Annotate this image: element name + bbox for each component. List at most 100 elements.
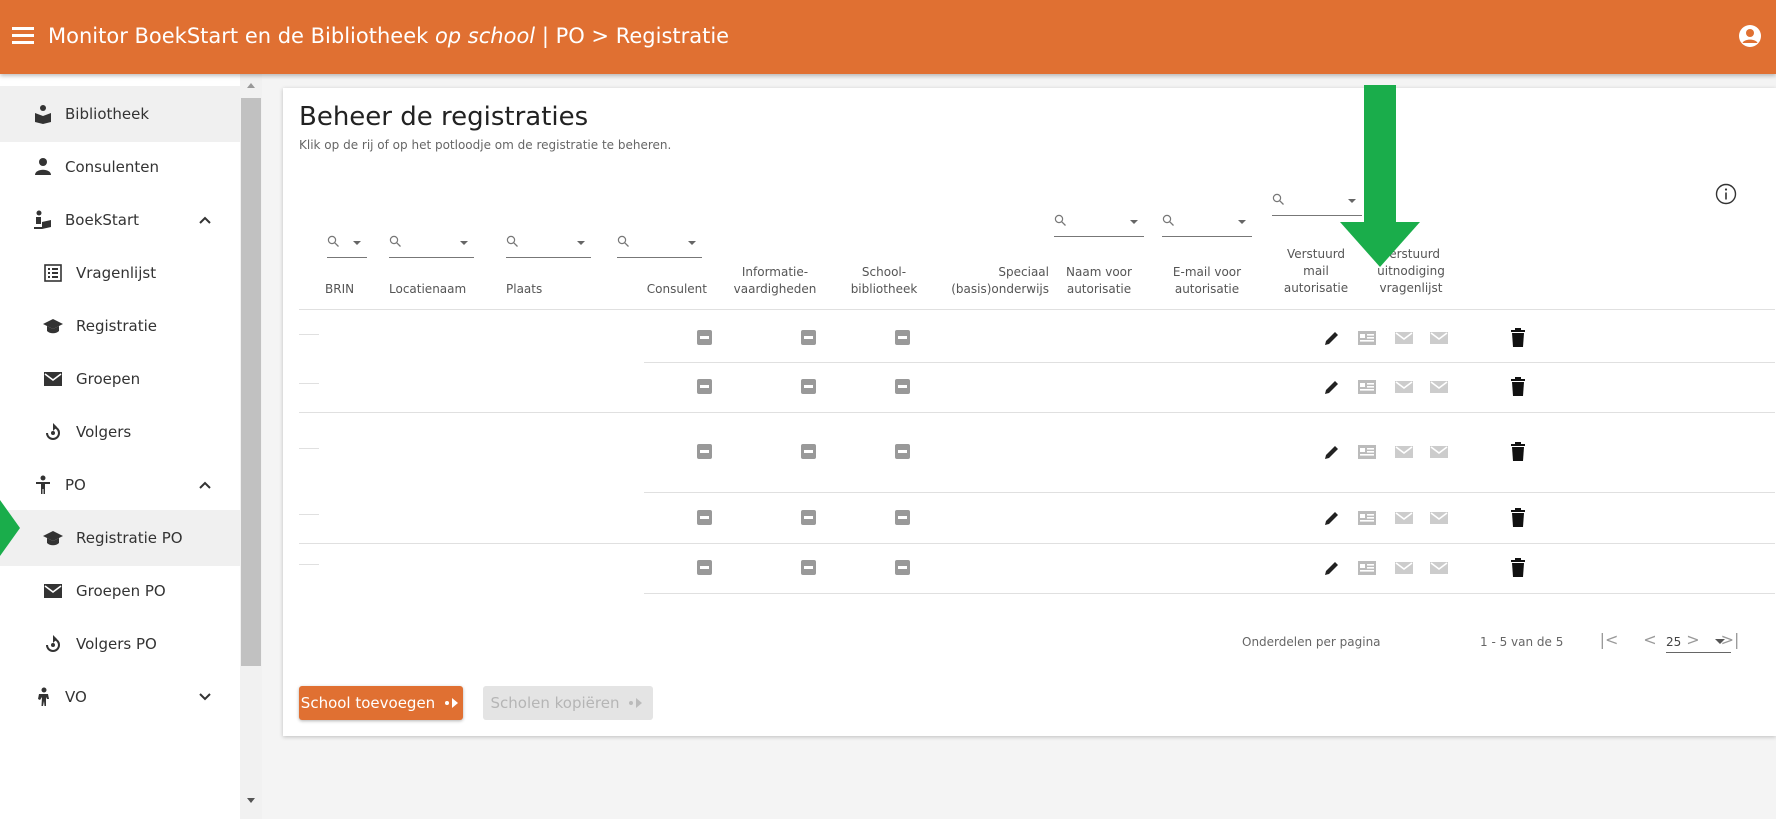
schoolbibliotheek-indicator[interactable] (801, 560, 816, 575)
sidebar-item-label: Vragenlijst (76, 264, 157, 282)
registration-card-icon[interactable] (1356, 327, 1378, 349)
chevron-down-icon (1238, 220, 1246, 224)
envelope-icon (44, 584, 62, 598)
consulent-filter[interactable] (617, 231, 702, 258)
scroll-up-icon[interactable] (244, 80, 258, 90)
send-mail-icon[interactable] (1393, 376, 1415, 398)
sidebar-item-registratie[interactable]: Registratie (0, 298, 240, 354)
send-invitation-icon[interactable] (1428, 557, 1450, 579)
informatievaardigheden-indicator[interactable] (697, 509, 712, 525)
column-header-email-autorisatie[interactable]: E-mail voor autorisatie (1159, 264, 1255, 298)
child-icon (36, 475, 50, 494)
sidebar-item-vo[interactable]: VO (0, 669, 240, 725)
trash-icon[interactable] (1507, 441, 1529, 463)
edit-pencil-icon[interactable] (1321, 507, 1343, 529)
send-invitation-icon[interactable] (1428, 376, 1450, 398)
follow-icon (46, 423, 60, 440)
column-header-brin[interactable]: BRIN (325, 281, 354, 298)
informatievaardigheden-indicator[interactable] (697, 379, 712, 394)
column-header-plaats[interactable]: Plaats (506, 281, 542, 298)
sidebar-item-volgers[interactable]: Volgers (0, 404, 240, 460)
sidebar-item-vragenlijst[interactable]: Vragenlijst (0, 245, 240, 301)
sidebar-item-label: BoekStart (65, 211, 140, 229)
account-icon[interactable] (1738, 24, 1762, 48)
last-page-icon[interactable]: >| (1720, 630, 1740, 650)
add-school-button[interactable]: School toevoegen (299, 686, 463, 720)
sidebar-item-volgers-po[interactable]: Volgers PO (0, 616, 240, 672)
sidebar-scrollbar-thumb[interactable] (241, 98, 261, 666)
schoolbibliotheek-indicator[interactable] (801, 444, 816, 459)
edit-pencil-icon[interactable] (1321, 376, 1343, 398)
edit-pencil-icon[interactable] (1321, 327, 1343, 349)
chevron-down-icon (577, 241, 585, 245)
trash-icon[interactable] (1507, 327, 1529, 349)
schoolbibliotheek-indicator[interactable] (801, 330, 816, 345)
naam-autorisatie-filter[interactable] (1054, 210, 1144, 237)
search-icon (506, 235, 518, 247)
trash-icon[interactable] (1507, 507, 1529, 529)
send-mail-icon[interactable] (1393, 557, 1415, 579)
sidebar-item-registratie-po[interactable]: Registratie PO (0, 510, 240, 566)
informatievaardigheden-indicator[interactable] (697, 330, 712, 345)
informatievaardigheden-indicator[interactable] (697, 444, 712, 459)
scroll-down-icon[interactable] (244, 796, 258, 806)
speciaal-onderwijs-indicator[interactable] (895, 330, 910, 345)
schoolbibliotheek-indicator[interactable] (801, 509, 816, 525)
row-divider (644, 593, 1775, 594)
brin-filter[interactable] (327, 231, 367, 258)
first-page-icon[interactable]: |< (1599, 630, 1619, 650)
green-arrow-down-icon (1340, 85, 1420, 267)
plaats-filter[interactable] (506, 231, 591, 258)
chevron-up-icon[interactable] (198, 478, 212, 492)
speciaal-onderwijs-indicator[interactable] (895, 444, 910, 459)
search-icon (1054, 214, 1066, 226)
chevron-down-icon (688, 241, 696, 245)
registration-card-icon[interactable] (1356, 376, 1378, 398)
column-header-locatienaam[interactable]: Locatienaam (389, 281, 466, 298)
speciaal-onderwijs-indicator[interactable] (895, 509, 910, 525)
hamburger-menu-icon[interactable] (12, 24, 34, 48)
speciaal-onderwijs-indicator[interactable] (895, 379, 910, 394)
info-icon[interactable] (1715, 183, 1737, 205)
locatienaam-filter[interactable] (389, 231, 474, 258)
column-header-informatievaardigheden[interactable]: Informatie- vaardigheden (720, 264, 830, 298)
chevron-up-icon[interactable] (198, 213, 212, 227)
column-header-speciaal-onderwijs[interactable]: Speciaal (basis)onderwijs (934, 264, 1049, 298)
email-autorisatie-filter[interactable] (1162, 210, 1252, 237)
send-mail-icon[interactable] (1393, 327, 1415, 349)
baby-reading-icon (34, 210, 51, 229)
edit-pencil-icon[interactable] (1321, 557, 1343, 579)
graduation-cap-icon (43, 319, 63, 334)
edit-pencil-icon[interactable] (1321, 441, 1343, 463)
trash-icon[interactable] (1507, 376, 1529, 398)
column-header-schoolbibliotheek[interactable]: School- bibliotheek (839, 264, 929, 298)
next-page-icon[interactable]: > (1683, 630, 1703, 650)
send-mail-icon[interactable] (1393, 441, 1415, 463)
list-icon (44, 264, 62, 282)
sidebar-item-po[interactable]: PO (0, 457, 240, 513)
speciaal-onderwijs-indicator[interactable] (895, 560, 910, 575)
sidebar-item-consulenten[interactable]: Consulenten (0, 139, 240, 195)
registration-card-icon[interactable] (1356, 507, 1378, 529)
informatievaardigheden-indicator[interactable] (697, 560, 712, 575)
schoolbibliotheek-indicator[interactable] (801, 379, 816, 394)
copy-schools-button[interactable]: Scholen kopiëren (483, 686, 653, 720)
trash-icon[interactable] (1507, 557, 1529, 579)
sidebar-item-bibliotheek[interactable]: Bibliotheek (0, 86, 240, 142)
sidebar-item-boekstart[interactable]: BoekStart (0, 192, 240, 248)
sidebar-item-groepen[interactable]: Groepen (0, 351, 240, 407)
send-mail-icon[interactable] (1393, 507, 1415, 529)
column-header-naam-autorisatie[interactable]: Naam voor autorisatie (1051, 264, 1147, 298)
app-header: Monitor BoekStart en de Bibliotheek op s… (0, 0, 1776, 74)
send-invitation-icon[interactable] (1428, 441, 1450, 463)
previous-page-icon[interactable]: < (1640, 630, 1660, 650)
registration-card-icon[interactable] (1356, 441, 1378, 463)
page-title: Monitor BoekStart en de Bibliotheek op s… (48, 24, 729, 48)
sidebar-item-groepen-po[interactable]: Groepen PO (0, 563, 240, 619)
send-invitation-icon[interactable] (1428, 507, 1450, 529)
send-invitation-icon[interactable] (1428, 327, 1450, 349)
row-divider-stub (299, 564, 319, 565)
registration-card-icon[interactable] (1356, 557, 1378, 579)
chevron-down-icon[interactable] (198, 690, 212, 704)
column-header-consulent[interactable]: Consulent (617, 281, 707, 298)
